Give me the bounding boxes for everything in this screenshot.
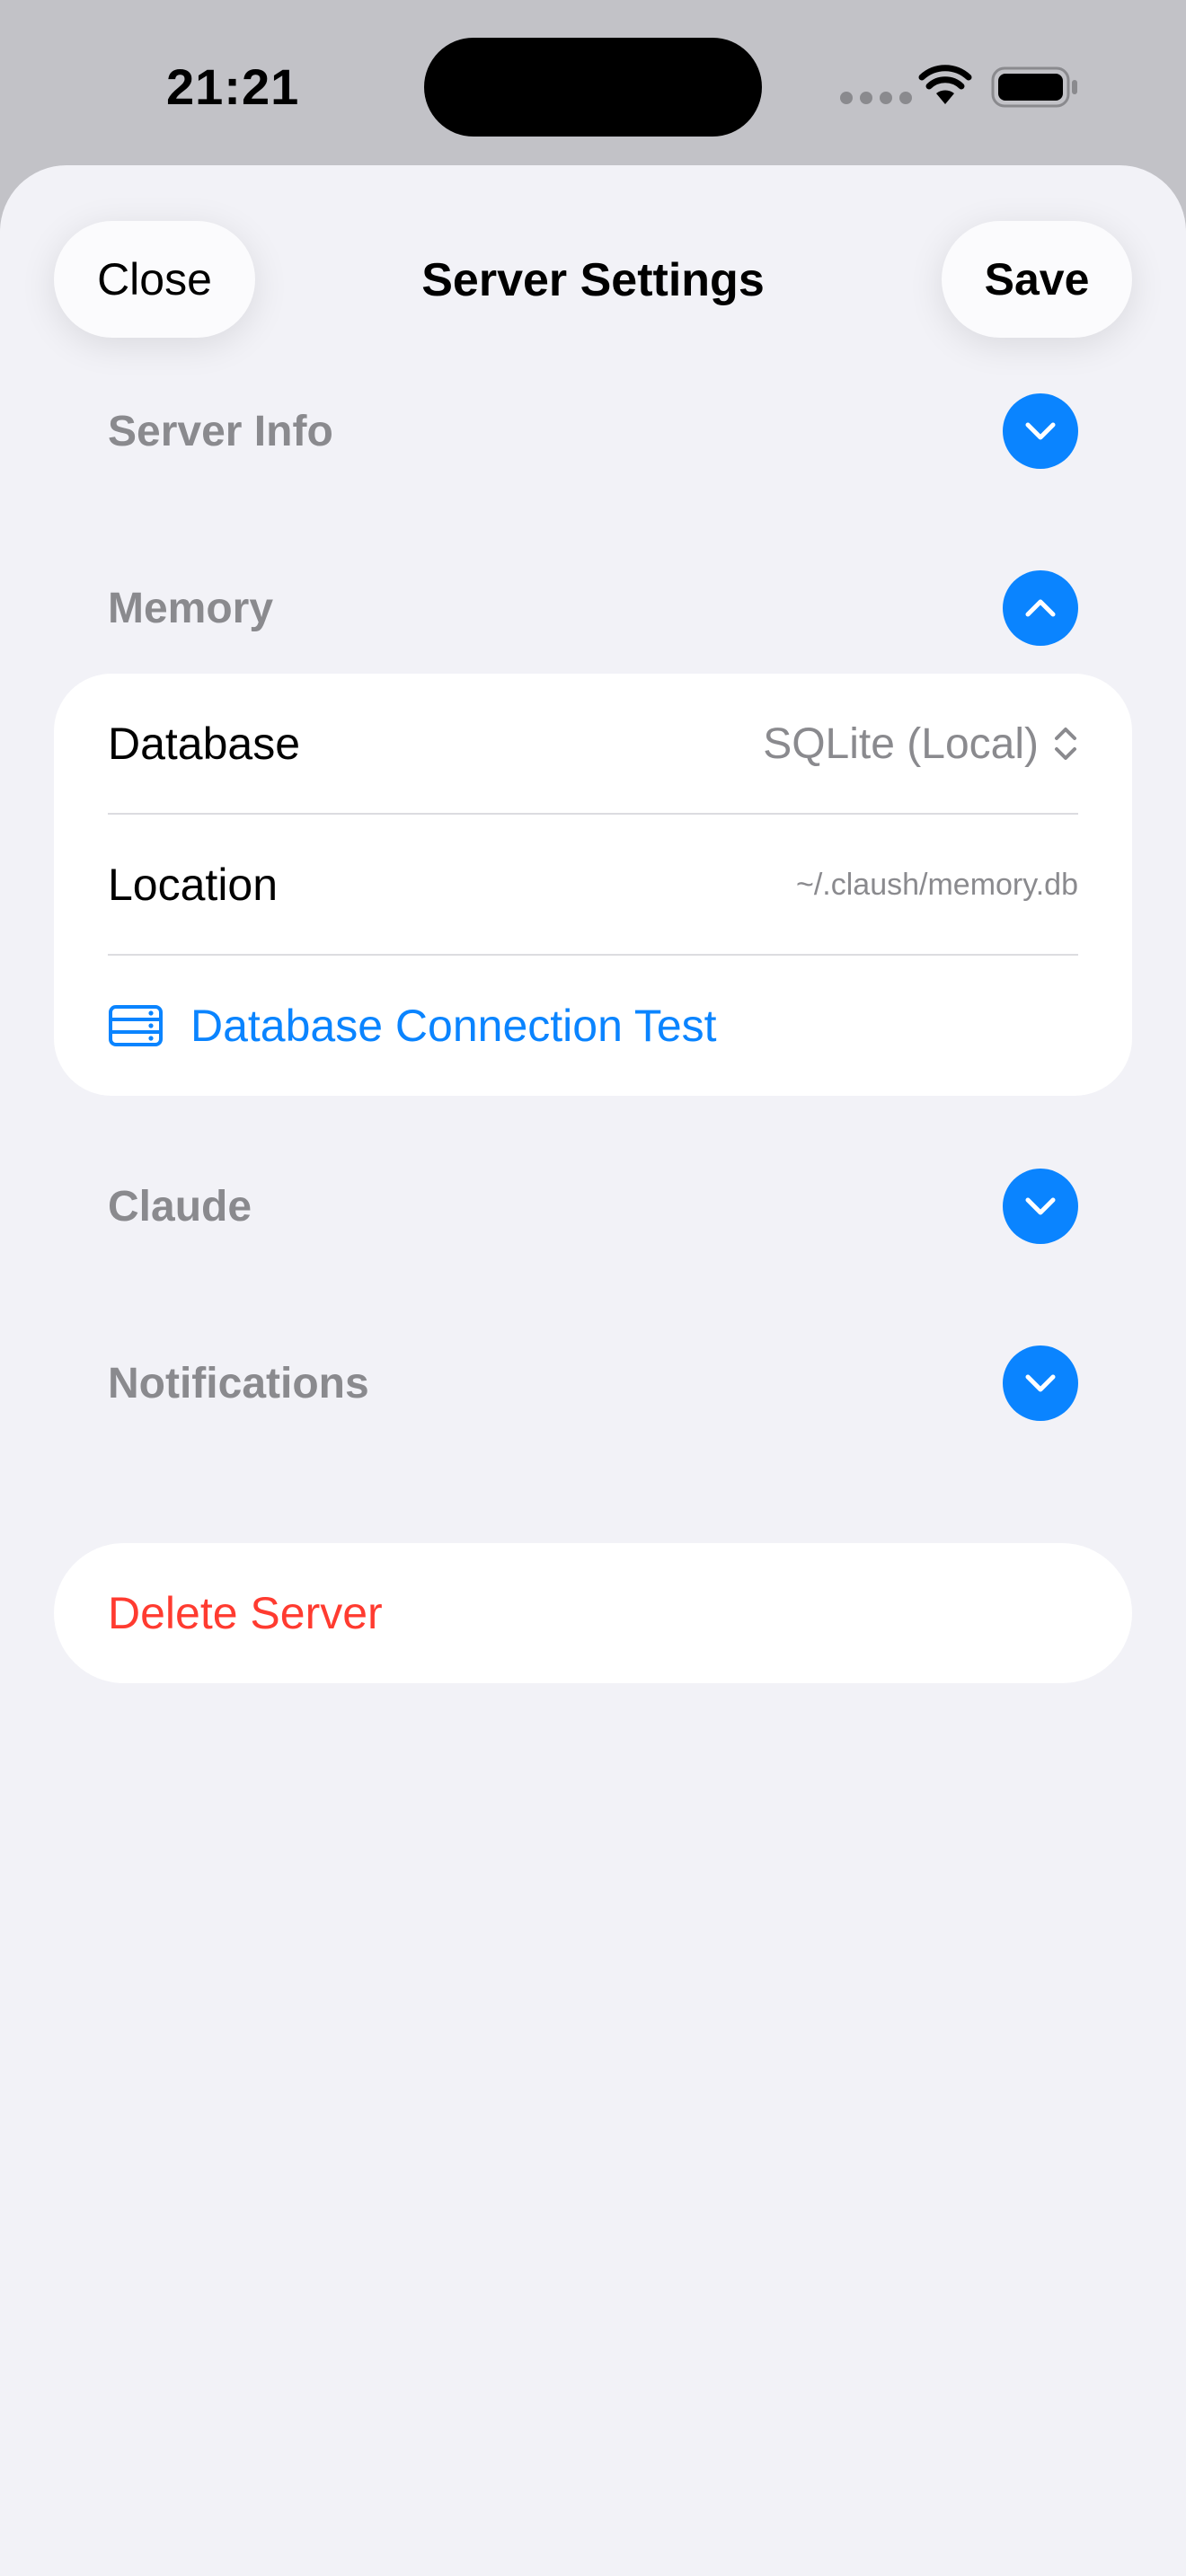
status-time: 21:21 (166, 58, 300, 115)
section-label-memory: Memory (108, 584, 274, 632)
section-header-memory[interactable]: Memory (108, 563, 1078, 653)
database-connection-test-button[interactable]: Database Connection Test (108, 956, 1078, 1096)
chevron-down-icon (1025, 1374, 1056, 1392)
settings-sheet: Close Server Settings Save Server Info M… (0, 165, 1186, 2576)
delete-server-label: Delete Server (108, 1588, 383, 1638)
database-connection-test-label: Database Connection Test (190, 1001, 717, 1051)
database-picker[interactable]: SQLite (Local) (763, 719, 1078, 769)
location-value: ~/.claush/memory.db (795, 867, 1078, 902)
cellular-signal-icon (840, 92, 912, 104)
collapse-memory-button[interactable] (1003, 570, 1078, 646)
database-row[interactable]: Database SQLite (Local) (108, 674, 1078, 814)
up-down-chevron-icon (1055, 728, 1076, 760)
chevron-down-icon (1025, 1197, 1056, 1215)
database-value: SQLite (Local) (763, 719, 1039, 768)
section-label-claude: Claude (108, 1182, 252, 1231)
battery-icon (991, 66, 1077, 108)
location-row: Location ~/.claush/memory.db (108, 815, 1078, 955)
chevron-up-icon (1025, 599, 1056, 617)
section-header-claude[interactable]: Claude (108, 1161, 1078, 1251)
section-label-notifications: Notifications (108, 1359, 369, 1407)
memory-card: Database SQLite (Local) Location ~/.clau… (54, 674, 1132, 1096)
expand-notifications-button[interactable] (1003, 1345, 1078, 1421)
dynamic-island (424, 38, 762, 137)
location-label: Location (108, 860, 279, 910)
section-header-notifications[interactable]: Notifications (108, 1338, 1078, 1428)
expand-claude-button[interactable] (1003, 1169, 1078, 1244)
section-header-server-info[interactable]: Server Info (108, 386, 1078, 476)
chevron-down-icon (1025, 422, 1056, 440)
database-label: Database (108, 719, 301, 769)
expand-server-info-button[interactable] (1003, 393, 1078, 469)
section-label-server-info: Server Info (108, 407, 333, 455)
delete-server-button[interactable]: Delete Server (54, 1543, 1132, 1683)
wifi-icon (918, 65, 972, 104)
save-button[interactable]: Save (942, 221, 1132, 338)
server-rack-icon (109, 1005, 163, 1046)
